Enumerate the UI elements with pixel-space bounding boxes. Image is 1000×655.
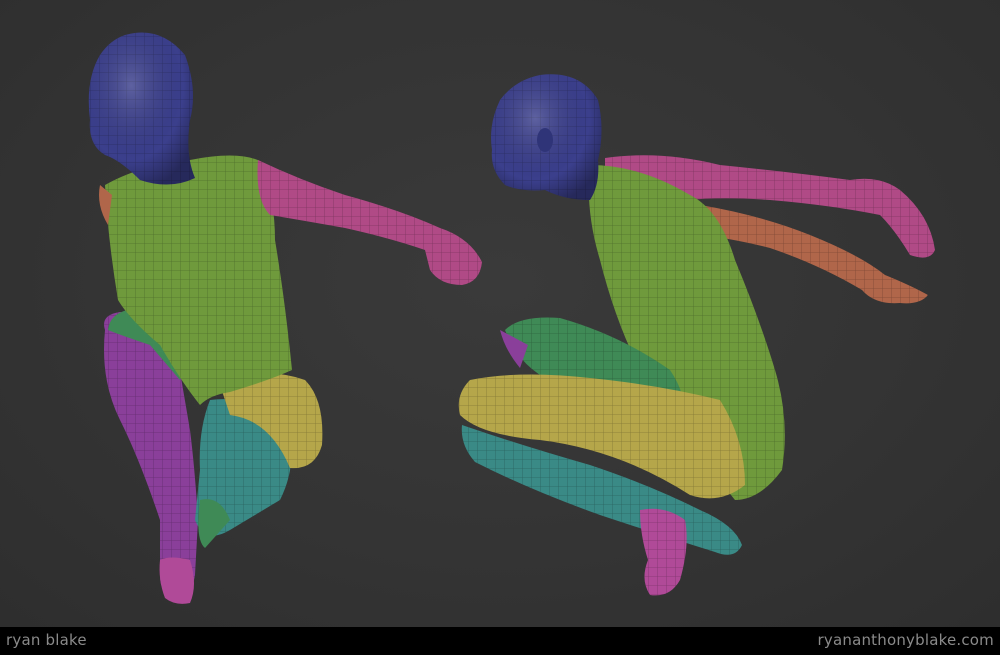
author-name: ryan blake	[6, 631, 87, 649]
figure-side-view	[458, 74, 935, 596]
left-figure-foot	[159, 557, 194, 604]
render-image	[88, 32, 935, 604]
render-viewport	[0, 0, 1000, 627]
footer-bar: ryan blake ryananthonyblake.com	[0, 627, 1000, 655]
figure-front-view	[88, 32, 482, 604]
author-website: ryananthonyblake.com	[817, 631, 994, 649]
